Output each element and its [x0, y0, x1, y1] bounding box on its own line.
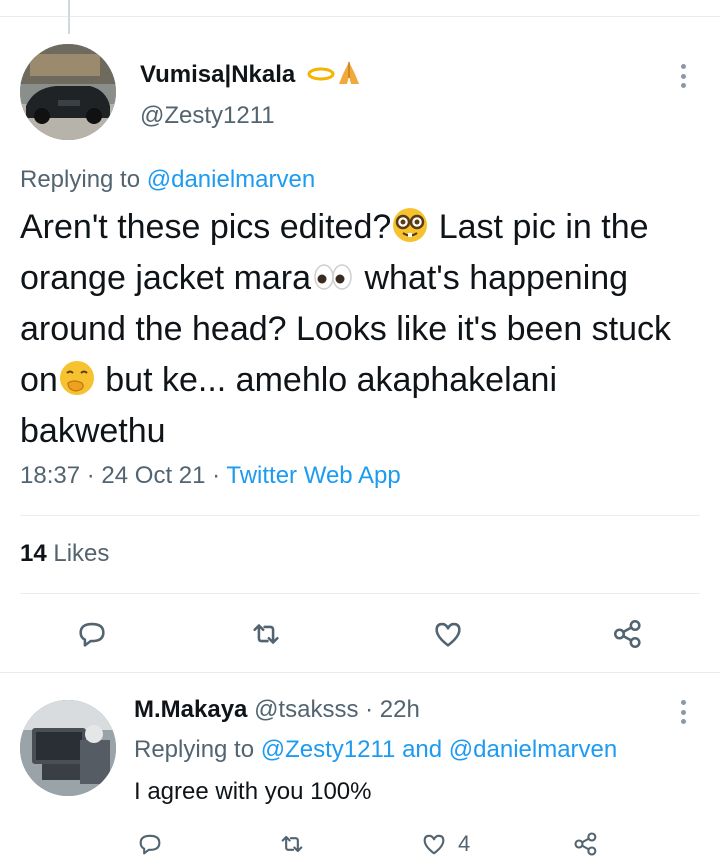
tweet-source-app[interactable]: Twitter Web App — [226, 462, 400, 489]
top-divider — [0, 16, 720, 17]
reply-text: I agree with you 100% — [134, 778, 372, 805]
reply-button[interactable] — [72, 614, 112, 654]
more-icon[interactable] — [680, 700, 686, 724]
retweet-button[interactable] — [246, 614, 286, 654]
share-button[interactable] — [566, 824, 606, 857]
tweet-text-part: but ke... amehlo akaphakelani bakwethu — [20, 361, 558, 450]
replying-prefix: Replying to — [20, 166, 141, 193]
share-button[interactable] — [608, 614, 648, 654]
tweet-actions — [0, 614, 720, 654]
avatar-photo-car — [20, 44, 116, 140]
meta-separator: · — [86, 462, 95, 489]
tweet-text: Aren't these pics edited? Last pic in th… — [20, 202, 690, 457]
share-icon — [574, 832, 597, 856]
tweet-date[interactable]: 24 Oct 21 — [101, 462, 205, 489]
mention-link[interactable]: @Zesty1211 — [261, 736, 396, 763]
tweet-time[interactable]: 18:37 — [20, 462, 80, 489]
likes-count: 14 — [20, 540, 47, 567]
divider — [20, 515, 700, 516]
tweet-text-part: Aren't these pics edited? — [20, 208, 392, 246]
reply-icon — [79, 622, 105, 647]
author-display-name[interactable]: Vumisa|Nkala — [140, 60, 362, 89]
mention-link[interactable]: @danielmarven — [147, 166, 315, 193]
reply-replying-to-line: Replying to @Zesty1211 and @danielmarven — [134, 736, 617, 764]
reply-button[interactable] — [130, 824, 170, 857]
reply-actions: 4 — [0, 824, 720, 857]
reply-author-name[interactable]: M.Makaya — [134, 696, 247, 723]
retweet-icon — [253, 624, 279, 644]
reply-avatar[interactable] — [20, 700, 116, 796]
retweet-icon — [281, 835, 303, 853]
reply-age[interactable]: 22h — [380, 696, 420, 723]
divider — [20, 593, 700, 594]
like-icon — [423, 834, 445, 855]
divider — [0, 672, 720, 673]
meta-separator: · — [212, 462, 221, 489]
likes-stat[interactable]: 14 Likes — [20, 540, 109, 568]
avatar[interactable] — [20, 44, 116, 140]
reply-header: M.Makaya @tsaksss · 22h — [134, 696, 420, 724]
face-with-hand-over-mouth-emoji-icon — [58, 359, 96, 397]
replying-prefix: Replying to — [134, 736, 255, 763]
like-count: 4 — [458, 831, 471, 856]
author-name-text: Vumisa|Nkala — [140, 61, 296, 88]
reply-author-handle[interactable]: @tsaksss — [254, 696, 358, 723]
like-button[interactable]: 4 — [420, 824, 500, 857]
folded-hands-emoji-icon — [338, 62, 359, 84]
reply-icon — [139, 834, 161, 855]
mention-and: and — [402, 736, 443, 763]
tweet-meta: 18:37 · 24 Oct 21 · Twitter Web App — [20, 462, 401, 490]
mention-link[interactable]: @danielmarven — [449, 736, 617, 763]
like-button[interactable] — [428, 614, 468, 654]
thread-connector-line — [68, 0, 70, 34]
avatar-photo-laptop — [20, 700, 116, 796]
replying-to-line: Replying to @danielmarven — [20, 166, 315, 194]
eyes-emoji-icon — [311, 257, 355, 295]
author-handle[interactable]: @Zesty1211 — [140, 102, 275, 130]
retweet-button[interactable] — [272, 824, 312, 857]
meta-separator: · — [365, 696, 374, 723]
share-icon — [613, 619, 641, 649]
nerd-face-emoji-icon — [391, 206, 429, 244]
likes-label: Likes — [53, 540, 110, 567]
halo-emoji-icon — [307, 67, 335, 81]
more-icon[interactable] — [680, 64, 686, 88]
like-icon — [435, 622, 461, 647]
